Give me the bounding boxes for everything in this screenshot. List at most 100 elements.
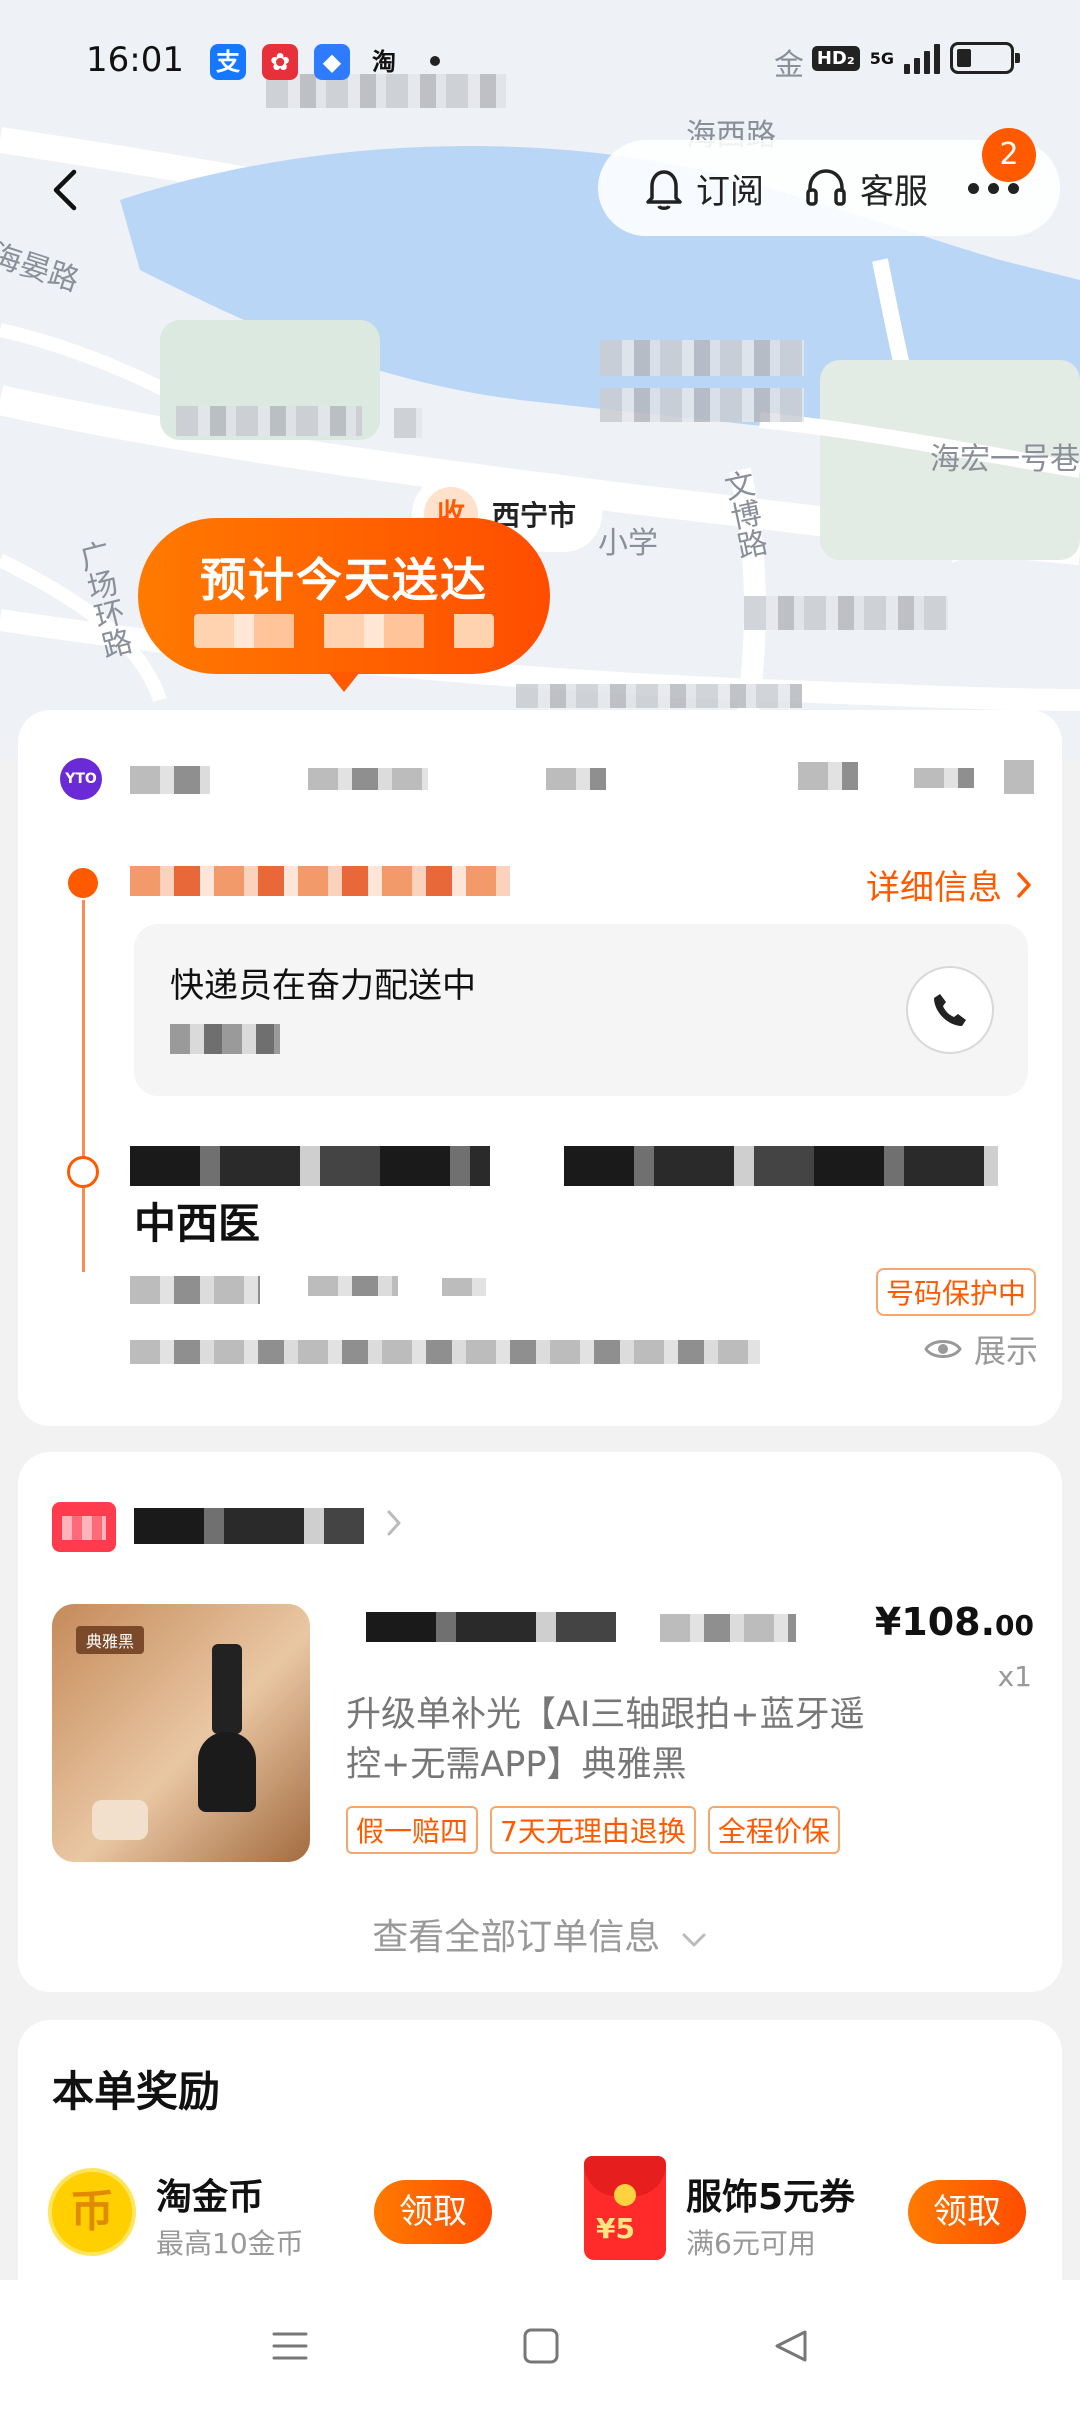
chevron-right-icon bbox=[1017, 871, 1031, 898]
reward-subtitle: 满6元可用 bbox=[686, 2227, 816, 2260]
phone-holder-graphic bbox=[212, 1644, 242, 1734]
reward-name: 淘金币 bbox=[156, 2177, 265, 2218]
blurred-text bbox=[914, 768, 974, 788]
timeline-current-dot bbox=[68, 868, 98, 898]
more-dot-icon bbox=[988, 182, 999, 194]
map-blur bbox=[176, 406, 362, 436]
recipient-phone-blurred bbox=[308, 1276, 398, 1296]
address-name: 中西医 bbox=[134, 1199, 261, 1248]
system-navigation-bar bbox=[0, 2280, 1080, 2412]
status-title-blurred bbox=[130, 866, 510, 896]
claim-coins-button[interactable]: 领取 bbox=[374, 2180, 492, 2244]
copy-button-blurred[interactable] bbox=[798, 762, 858, 790]
address-line-blurred bbox=[130, 1146, 490, 1186]
courier-status-box: 快递员在奋力配送中 bbox=[134, 924, 1028, 1096]
price-main: ¥108. bbox=[874, 1600, 996, 1644]
more-dot-icon bbox=[1008, 182, 1019, 194]
call-courier-button[interactable] bbox=[906, 966, 994, 1054]
map-blur bbox=[600, 340, 804, 376]
product-name-blurred bbox=[366, 1612, 616, 1642]
eta-title: 预计今天送达 bbox=[200, 553, 488, 607]
guarantee-tag: 假一赔四 bbox=[346, 1806, 479, 1854]
reward-subtitle: 最高10金币 bbox=[156, 2227, 304, 2260]
map-blur bbox=[394, 408, 422, 438]
tracking-card: YTO 详细信息 快递员在奋力配送中 中西医 号码保护中 展示 bbox=[18, 710, 1062, 1426]
map-blur bbox=[516, 684, 802, 708]
map-blur bbox=[744, 596, 948, 630]
carrier-logo: YTO bbox=[60, 758, 102, 800]
address-line-blurred bbox=[564, 1146, 998, 1186]
status-right: HD₂ 5G bbox=[811, 42, 1020, 74]
more-dot-icon bbox=[968, 182, 979, 194]
product-price: ¥108.00 bbox=[875, 1600, 1034, 1644]
notification-badge: 2 bbox=[982, 128, 1036, 182]
customer-service-button[interactable]: 客服 bbox=[804, 164, 928, 213]
show-label: 展示 bbox=[973, 1332, 1038, 1370]
guarantee-tag: 7天无理由退换 bbox=[490, 1806, 696, 1854]
subscribe-button[interactable]: 订阅 bbox=[644, 164, 764, 213]
product-name-blurred bbox=[660, 1614, 796, 1642]
price-cents: 00 bbox=[995, 1609, 1034, 1642]
service-label: 客服 bbox=[860, 171, 928, 212]
tmall-shop-icon bbox=[52, 1502, 116, 1552]
taobao-coin-icon: 币 bbox=[48, 2168, 136, 2256]
product-image[interactable]: 典雅黑 bbox=[52, 1604, 310, 1862]
courier-message: 快递员在奋力配送中 bbox=[170, 966, 476, 1006]
more-options-button[interactable] bbox=[968, 182, 1019, 194]
blurred-text bbox=[1004, 760, 1034, 794]
guarantee-tag: 全程价保 bbox=[707, 1806, 840, 1854]
tracking-number-blurred bbox=[308, 768, 428, 790]
full-address-blurred bbox=[130, 1340, 760, 1364]
detail-info-label: 详细信息 bbox=[866, 868, 1002, 908]
chevron-down-icon bbox=[682, 1933, 706, 1947]
timeline-destination-dot bbox=[67, 1156, 99, 1188]
fliggy-icon: ✿ bbox=[262, 44, 298, 80]
back-button[interactable] bbox=[40, 160, 90, 220]
bell-icon bbox=[646, 170, 682, 210]
menu-icon[interactable] bbox=[270, 2329, 310, 2363]
home-icon[interactable] bbox=[522, 2327, 560, 2365]
rewards-title: 本单奖励 bbox=[52, 2067, 221, 2116]
product-title[interactable]: 升级单补光【AI三轴跟拍+蓝牙遥控+无需APP】典雅黑 bbox=[346, 1690, 866, 1790]
taobao-icon: 淘 bbox=[372, 48, 396, 76]
product-image-tag: 典雅黑 bbox=[76, 1626, 145, 1654]
carrier-name-blurred bbox=[130, 766, 210, 794]
claim-coupon-button[interactable]: 领取 bbox=[908, 2180, 1026, 2244]
blurred-text bbox=[546, 768, 606, 790]
recipient-name-blurred bbox=[130, 1276, 260, 1304]
view-all-label: 查看全部订单信息 bbox=[372, 1917, 661, 1958]
signal-icon bbox=[904, 42, 940, 74]
view-all-order-info-button[interactable]: 查看全部订单信息 bbox=[18, 1908, 1062, 1960]
reward-name: 服饰5元券 bbox=[686, 2177, 856, 2218]
notification-dot-icon bbox=[430, 56, 440, 66]
order-card: 典雅黑 ¥108.00 x1 升级单补光【AI三轴跟拍+蓝牙遥控+无需APP】典… bbox=[18, 1452, 1062, 1992]
guarantee-tags: 假一赔四 7天无理由退换 全程价保 bbox=[346, 1806, 840, 1854]
show-address-button[interactable]: 展示 bbox=[924, 1326, 1038, 1372]
chevron-right-icon bbox=[387, 1510, 401, 1536]
red-packet-coupon-icon: ¥5 bbox=[584, 2156, 666, 2260]
map-label-road: 海宏一号巷 bbox=[930, 442, 1080, 477]
map-label-poi: 小学 bbox=[598, 526, 658, 561]
shop-name-blurred[interactable] bbox=[134, 1508, 364, 1544]
product-quantity: x1 bbox=[997, 1660, 1032, 1693]
eta-time-blurred bbox=[194, 614, 494, 648]
hd-voice-icon: HD₂ bbox=[811, 45, 860, 71]
back-triangle-icon[interactable] bbox=[772, 2327, 810, 2365]
subscribe-label: 订阅 bbox=[696, 171, 764, 212]
alipay-icon: 支 bbox=[210, 44, 246, 80]
timeline-line bbox=[82, 900, 85, 1272]
coupon-amount: ¥5 bbox=[596, 2212, 635, 2245]
gimbal-base-graphic bbox=[198, 1732, 256, 1812]
eta-bubble: 预计今天送达 bbox=[138, 518, 550, 692]
status-time: 16:01 bbox=[86, 40, 184, 80]
phone-icon bbox=[934, 994, 966, 1026]
blurred-text bbox=[442, 1278, 486, 1296]
courier-time-blurred bbox=[170, 1024, 280, 1054]
headset-icon bbox=[806, 169, 846, 206]
chevron-left-icon bbox=[53, 169, 77, 211]
leaf-app-icon: ◆ bbox=[314, 44, 350, 80]
detail-info-link[interactable]: 详细信息 bbox=[866, 860, 1032, 909]
number-protection-badge: 号码保护中 bbox=[875, 1268, 1036, 1316]
map-blur bbox=[600, 388, 804, 422]
status-bar: 16:01 支 ✿ ◆ 淘 HD₂ 5G bbox=[0, 0, 1080, 120]
